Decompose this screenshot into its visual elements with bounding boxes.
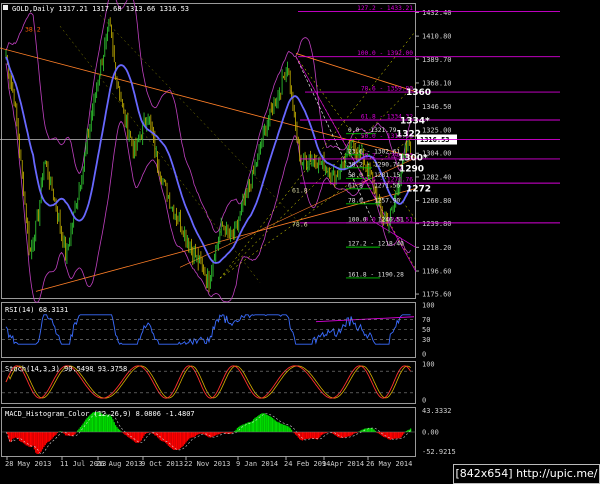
header-label: GOLD,Daily 1317.21 1317.68 1313.66 1316.… (12, 5, 189, 13)
level-label: 1322 (396, 130, 421, 140)
price-tick-label: 1410.80 (422, 33, 452, 41)
date-tick-label: 9 Jan 2014 (236, 460, 278, 468)
current-price-label: 1316.53 (420, 136, 450, 144)
fib-green-label: 23.6 - 1302.61 (348, 148, 400, 155)
stoch-tick-label: 0 (422, 397, 426, 405)
price-tick-label: 1239.80 (422, 220, 452, 228)
fib-upper-label: 127.2 - 1433.21 (357, 5, 413, 12)
symbol-icon (3, 5, 8, 10)
chart-canvas[interactable]: 1432.401410.801389.701368.101346.501325.… (0, 0, 600, 484)
fib-green-label: 78.6 - 1257.90 (348, 197, 400, 204)
fan-label: 61.8 (292, 187, 308, 195)
price-tick-label: 1368.10 (422, 79, 452, 87)
fan-olive-2 (59, 25, 261, 283)
level-label: 1290 (399, 165, 424, 175)
rsi-tick-label: 70 (422, 316, 430, 324)
fan-label: 78.6 (292, 221, 308, 229)
date-tick-label: 9 Apr 2014 (322, 460, 364, 468)
level-label: 1334* (400, 116, 430, 126)
price-tick-label: 1432.40 (422, 9, 452, 17)
stoch-tick-label: 100 (422, 361, 435, 369)
rsi-tick-label: 50 (422, 326, 430, 334)
fib-green-label: 50.0 - 1281.15 (348, 172, 400, 179)
fib-green-label: 100.0 - 1240.51 (348, 216, 404, 223)
moving-average-line (5, 56, 412, 264)
macd-tick-label: 43.3332 (422, 407, 452, 415)
fib-green-label: 0.0 - 1321.79 (348, 127, 397, 134)
date-tick-label: 22 Nov 2013 (184, 460, 230, 468)
fib-green-label: 161.8 - 1190.28 (348, 271, 404, 278)
fib-green-label: 127.2 - 1218.40 (348, 241, 404, 248)
price-tick-label: 1282.40 (422, 173, 452, 181)
rsi-label: RSI(14) 68.3131 (5, 306, 68, 314)
price-tick-label: 1218.20 (422, 244, 452, 252)
date-tick-label: 26 May 2014 (366, 460, 412, 468)
price-tick-label: 1325.00 (422, 127, 452, 135)
rsi-tick-label: 30 (422, 336, 430, 344)
fib-green-label: 38.2 - 1290.74 (348, 161, 400, 168)
rsi-tick-label: 0 (422, 351, 426, 359)
top-left-note: 38.2 (25, 26, 41, 34)
rsi-tick-label: 100 (422, 302, 435, 310)
macd-tick-label: -52.9215 (422, 448, 456, 456)
price-tick-label: 1260.80 (422, 197, 452, 205)
date-tick-label: 26 Aug 2013 (96, 460, 142, 468)
macd-tick-label: 0.00 (422, 429, 439, 437)
chart-window: 1432.40 1410.80 1389.70 1368.10 1346.50 1325.… (0, 0, 600, 484)
level-label: 1300* (398, 154, 428, 164)
fib-upper-label: 100.0 - 1392.00 (357, 50, 413, 57)
date-tick-label: 28 May 2013 (5, 460, 51, 468)
price-tick-label: 1196.60 (422, 268, 452, 276)
price-tick-label: 1175.60 (422, 291, 452, 299)
level-label: 1272 (406, 184, 431, 194)
fib-green-label: 61.8 - 1271.56 (348, 182, 400, 189)
watermark-badge: [842x654] http://upic.me/ (453, 464, 600, 484)
date-tick-label: 9 Oct 2013 (141, 460, 183, 468)
price-tick-label: 1346.50 (422, 103, 452, 111)
level-label: 1360 (406, 88, 431, 98)
macd-label: MACD_Histogram_Color (12,26,9) 8.0806 -1… (5, 410, 195, 418)
stoch-label: Stoch(14,3,3) 90.5498 93.3758 (5, 365, 127, 373)
main-plot-layer (0, 0, 416, 455)
